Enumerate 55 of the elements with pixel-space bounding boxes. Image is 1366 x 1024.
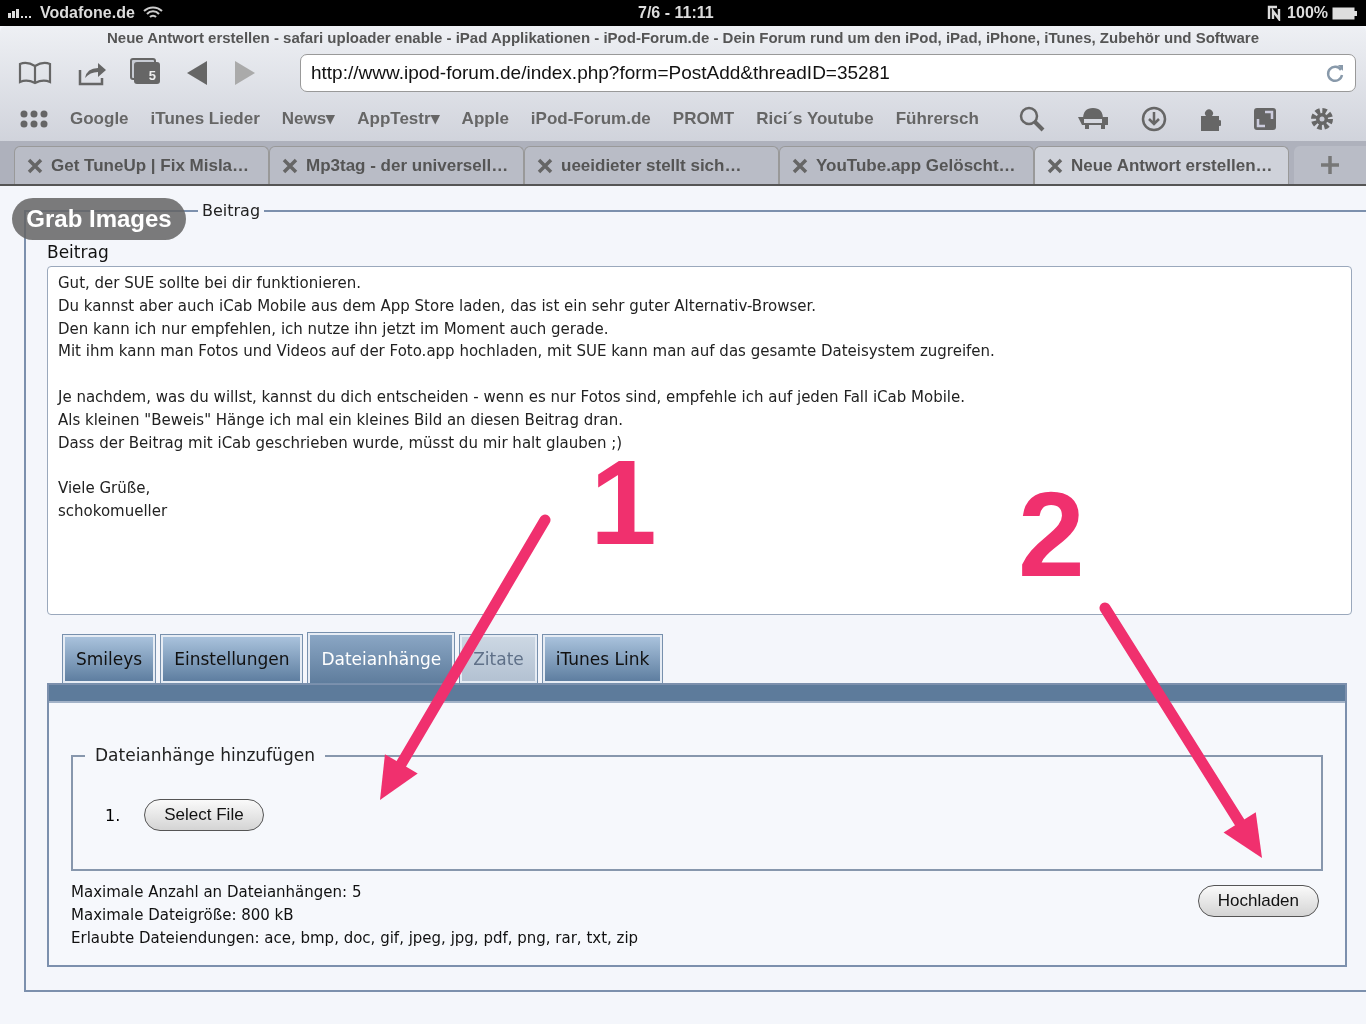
close-icon[interactable] [282, 157, 298, 174]
editor-tab[interactable]: Dateianhänge [308, 633, 455, 683]
item-number: 1. [105, 805, 121, 825]
select-file-button[interactable]: Select File [144, 799, 264, 831]
bookmark-link[interactable]: Google [70, 108, 129, 129]
info-text: Erlaubte Dateiendungen: ace, bmp, doc, gif, jpeg, jpg, pdf, png, rar, txt, zip [71, 928, 639, 949]
browser-tab[interactable]: Get TuneUp | Fix Misla… [14, 146, 269, 184]
close-icon[interactable] [1047, 157, 1063, 174]
fieldset-legend: Dateianhänge hinzufügen [85, 745, 325, 765]
signal-icon [8, 8, 32, 18]
editor-tab[interactable]: Smileys [63, 635, 156, 683]
bookmark-link[interactable]: AppTestr▾ [357, 108, 440, 129]
share-icon[interactable] [78, 60, 108, 86]
close-icon[interactable] [792, 157, 808, 174]
address-field[interactable]: http://www.ipod-forum.de/index.php?form=PostAdd&threadID=35281 [300, 54, 1356, 92]
bookmark-link[interactable]: PROMT [672, 108, 735, 129]
field-label: Beitrag [47, 242, 110, 262]
grid-icon[interactable] [20, 109, 48, 128]
close-icon[interactable] [27, 157, 43, 174]
bookmark-link[interactable]: iTunes Lieder [150, 108, 260, 129]
bookmark-link[interactable]: iPod-Forum.de [530, 108, 651, 129]
bookmark-link[interactable]: Führersch [895, 108, 979, 129]
browser-tab[interactable]: Mp3tag - der universell… [269, 146, 524, 184]
carrier-name: Vodafone.de [40, 4, 135, 22]
editor-tab[interactable]: iTunes Link [542, 635, 663, 683]
bookmark-link[interactable]: Apple [461, 108, 509, 129]
browser-tab[interactable]: Neue Antwort erstellen… [1034, 146, 1289, 184]
upload-button[interactable]: Hochladen [1197, 885, 1319, 917]
battery-icon [1332, 6, 1358, 20]
info-text: Maximale Dateigröße: 800 kB [71, 905, 295, 926]
reload-icon[interactable] [1325, 63, 1345, 83]
grab-images-button[interactable]: Grab Images [12, 198, 186, 240]
bookmark-link[interactable]: News▾ [281, 108, 336, 129]
new-tab-button[interactable] [1294, 146, 1366, 184]
download-icon[interactable] [1140, 105, 1167, 132]
bookmark-link[interactable]: Rici´s Youtube [756, 108, 874, 129]
fieldset-legend: Beitrag [198, 201, 265, 220]
page-title: Neue Antwort erstellen - safari uploader enable - iPad Applikationen - iPod-Forum.de - Dein Forum rund um den iPod, iPad, iPhone, iTunes, Zubehör und Software [105, 28, 1260, 48]
annotation-number: 2 [1018, 484, 1085, 584]
book-icon[interactable] [18, 61, 52, 85]
wifi-icon [142, 6, 163, 20]
editor-tab[interactable]: Einstellungen [161, 635, 303, 683]
search-icon[interactable] [1018, 105, 1045, 132]
battery-percent: 100% [1287, 4, 1328, 22]
annotation-number: 1 [590, 452, 657, 552]
clock-time: 7/6 - 11:11 [638, 4, 714, 22]
back-icon[interactable] [186, 60, 208, 86]
browser-tab[interactable]: YouTube.app Gelöscht… [779, 146, 1034, 184]
browser-tab[interactable]: ueeidieter stellt sich… [524, 146, 779, 184]
armchair-icon[interactable] [1076, 106, 1109, 131]
settings-icon[interactable] [1308, 105, 1335, 132]
close-icon[interactable] [537, 157, 553, 174]
resize-icon[interactable] [1252, 106, 1277, 131]
plus-icon[interactable] [1320, 155, 1340, 175]
info-text: Maximale Anzahl an Dateianhängen: 5 [71, 882, 363, 903]
